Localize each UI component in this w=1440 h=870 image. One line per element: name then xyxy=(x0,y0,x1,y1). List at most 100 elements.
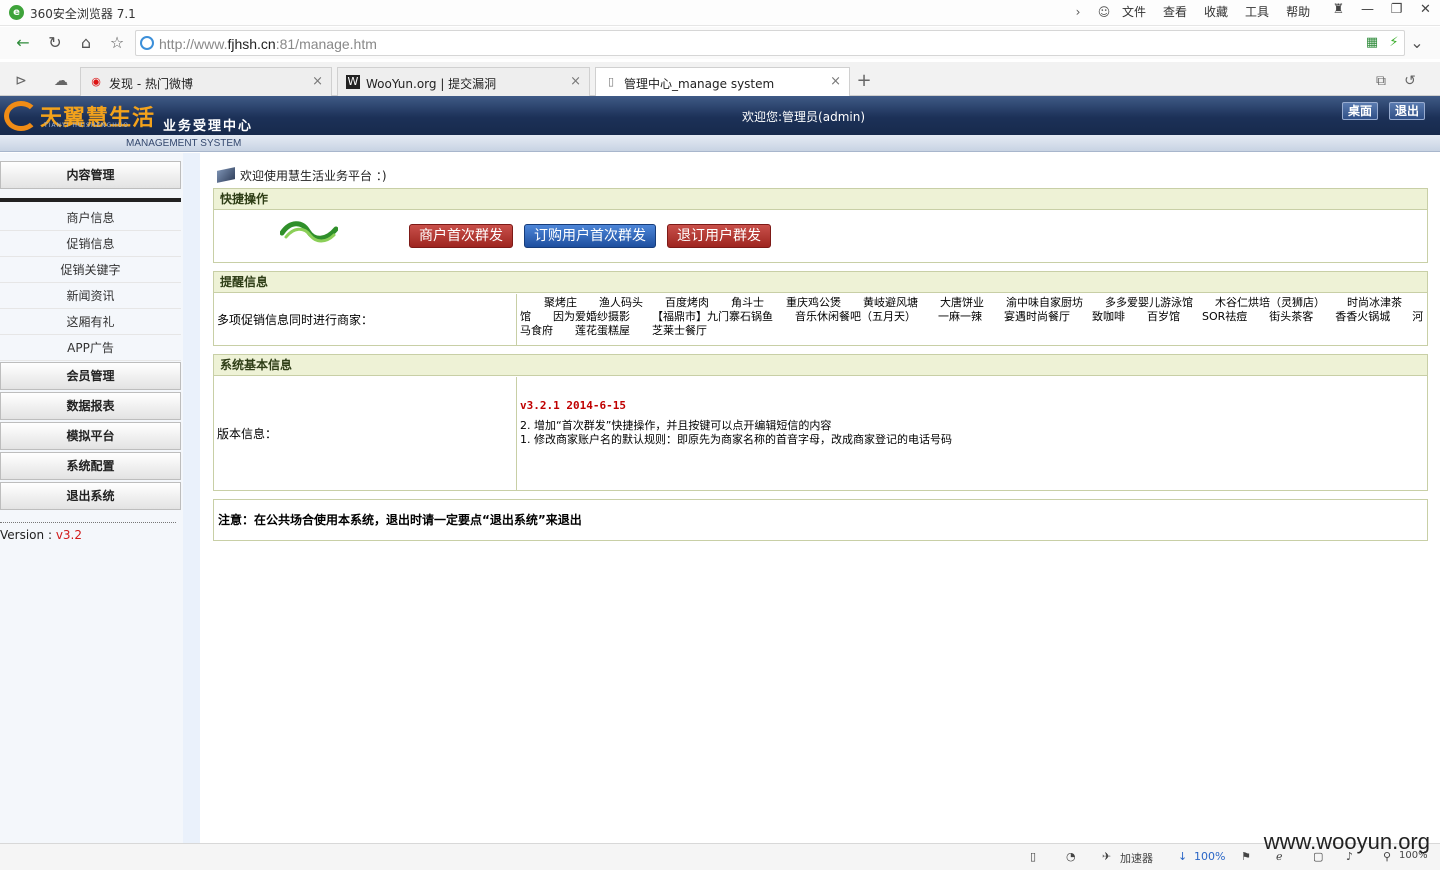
download-icon[interactable]: ↓ xyxy=(1178,850,1187,863)
undo-close-icon[interactable]: ↺ xyxy=(1401,72,1419,90)
close-icon[interactable]: × xyxy=(570,74,581,89)
qr-icon[interactable]: ▦ xyxy=(1364,35,1380,51)
close-window-button[interactable]: ✕ xyxy=(1411,0,1440,22)
left-sidebar: 内容管理 商户信息 促销信息 促销关键字 新闻资讯 这厢有礼 APP广告 会员管… xyxy=(0,153,200,843)
merchant-name: 因为爱婚纱摄影 xyxy=(553,310,630,323)
platform-welcome: 欢迎使用慧生活业务平台 ：) xyxy=(217,167,387,184)
tab-label: 发现 - 热门微博 xyxy=(109,77,193,91)
merchant-list: 聚烤庄 渔人码头 百度烤肉 角斗士 重庆鸡公煲 黄岐避风塘 大唐饼业 渝中味自家厨坊 多多爱婴儿… xyxy=(517,294,1427,345)
sidebar-item-app-ads[interactable]: APP广告 xyxy=(0,335,181,361)
sidebar-item-merchant-info[interactable]: 商户信息 xyxy=(0,205,181,231)
menu-exit-system[interactable]: 退出系统 xyxy=(0,482,181,510)
url-text[interactable]: http://www.fjhsh.cn:81/manage.htm xyxy=(159,36,377,52)
merchant-name: 百度烤肉 xyxy=(665,296,709,309)
back-icon[interactable]: ← xyxy=(12,32,34,54)
address-bar[interactable]: http://www.fjhsh.cn:81/manage.htm ▦ ⚡ xyxy=(135,30,1405,56)
reminder-label: 多项促销信息同时进行商家： xyxy=(214,294,517,345)
merchant-name: 黄岐避风塘 xyxy=(863,296,918,309)
quick-ops-title: 快捷操作 xyxy=(214,189,1427,210)
wooyun-icon: W xyxy=(346,75,360,89)
book-icon xyxy=(217,167,235,183)
tab-wooyun[interactable]: W WooYun.org | 提交漏洞 × xyxy=(337,67,590,96)
page-icon: ▯ xyxy=(607,75,615,88)
merchant-name: 大唐饼业 xyxy=(940,296,984,309)
tab-label: 管理中心_manage system xyxy=(624,77,775,91)
tab-manage-system[interactable]: ▯ 管理中心_manage system × xyxy=(595,67,850,97)
chevron-right-icon[interactable]: › xyxy=(1070,4,1086,20)
window-controls: ♜ — ❐ ✕ xyxy=(1324,0,1440,22)
sidebar-item-promotion-info[interactable]: 促销信息 xyxy=(0,231,181,257)
merchant-name: 【福鼎市】九门寨石锅鱼 xyxy=(652,310,773,323)
menu-system-config[interactable]: 系统配置 xyxy=(0,452,181,480)
logout-button[interactable]: 退出 xyxy=(1389,102,1426,120)
sidebar-panel: 内容管理 商户信息 促销信息 促销关键字 新闻资讯 这厢有礼 APP广告 会员管… xyxy=(0,153,183,843)
sidebar-item-gifts[interactable]: 这厢有礼 xyxy=(0,309,181,335)
menu-data-reports[interactable]: 数据报表 xyxy=(0,392,181,420)
merchant-name: 街头茶客 xyxy=(1269,310,1314,323)
security-notice: 注意：在公共场合使用本系统，退出时请一定要点“退出系统”来退出 xyxy=(213,499,1428,541)
address-row: ← ↻ ⌂ ☆ http://www.fjhsh.cn:81/manage.ht… xyxy=(0,27,1440,59)
browser-statusbar: ▯ ◔ ✈ 加速器 ↓ 100% ⚑ ℯ ▢ ♪ ⚲ 100% xyxy=(0,843,1440,870)
shirt-icon[interactable]: ♜ xyxy=(1324,0,1353,22)
accelerator-label[interactable]: 加速器 xyxy=(1120,850,1153,866)
brand-subtitle: TIANYI HUISHENGHUO xyxy=(44,122,129,129)
globe-icon xyxy=(140,36,154,50)
tab-weibo[interactable]: ◉ 发现 - 热门微博 × xyxy=(80,67,332,96)
menu-member-management[interactable]: 会员管理 xyxy=(0,362,181,390)
menu-simulation-platform[interactable]: 模拟平台 xyxy=(0,422,181,450)
merchant-name: 致咖啡 xyxy=(1092,310,1125,323)
admin-welcome: 欢迎您:管理员(admin) xyxy=(742,110,866,124)
menu-favorites[interactable]: 收藏 xyxy=(1204,3,1228,20)
speed-icon[interactable]: ◔ xyxy=(1066,850,1076,863)
menu-view[interactable]: 查看 xyxy=(1163,3,1187,20)
reminder-panel: 提醒信息 多项促销信息同时进行商家： 聚烤庄 渔人码头 百度烤肉 角斗士 重庆鸡公煲 黄岐… xyxy=(213,271,1428,346)
home-icon[interactable]: ⌂ xyxy=(75,32,97,54)
sidebar-item-news[interactable]: 新闻资讯 xyxy=(0,283,181,309)
leaf-logo-icon xyxy=(280,221,338,243)
merchant-first-broadcast-button[interactable]: 商户首次群发 xyxy=(409,224,513,248)
menu-help[interactable]: 帮助 xyxy=(1286,3,1310,20)
merchant-name: 聚烤庄 xyxy=(544,296,577,309)
desktop-button[interactable]: 桌面 xyxy=(1342,102,1379,120)
new-tab-icon[interactable]: + xyxy=(855,72,873,90)
menu-tools[interactable]: 工具 xyxy=(1245,3,1269,20)
restore-tabs-icon[interactable]: ⧉ xyxy=(1372,72,1390,90)
lightning-icon[interactable]: ⚡ xyxy=(1386,35,1402,51)
chevron-down-icon[interactable]: ⌄ xyxy=(1406,32,1428,54)
rocket-icon[interactable]: ✈ xyxy=(1102,850,1111,863)
sidebar-item-promotion-keywords[interactable]: 促销关键字 xyxy=(0,257,181,283)
flag-icon[interactable]: ⚑ xyxy=(1241,850,1251,863)
version-note: 1. 修改商家账户名的默认规则：即原先为商家名称的首音字母，改成商家登记的电话号… xyxy=(520,433,952,446)
merchant-name: 木谷仁烘培（灵狮店） xyxy=(1215,296,1325,309)
merchant-name: 多多爱婴儿游泳馆 xyxy=(1105,296,1193,309)
refresh-icon[interactable]: ↻ xyxy=(44,32,66,54)
reminder-row: 多项促销信息同时进行商家： 聚烤庄 渔人码头 百度烤肉 角斗士 重庆鸡公煲 黄岐避风塘 大唐… xyxy=(214,294,1427,345)
menu-file[interactable]: 文件 xyxy=(1122,3,1146,20)
merchant-name: 音乐休闲餐吧（五月天） xyxy=(795,310,916,323)
merchant-name: SOR祛痘 xyxy=(1202,310,1248,323)
platform-welcome-text: 欢迎使用慧生活业务平台 ：) xyxy=(240,169,387,183)
watermark-text: www.wooyun.org xyxy=(1263,829,1430,854)
sidebar-toggle-icon[interactable]: ⊳ xyxy=(12,72,30,90)
maximize-button[interactable]: ❐ xyxy=(1382,0,1411,22)
star-icon[interactable]: ☆ xyxy=(106,32,128,54)
version-title: v3.2.1 2014-6-15 xyxy=(520,399,626,412)
subscriber-first-broadcast-button[interactable]: 订购用户首次群发 xyxy=(524,224,656,248)
minimize-button[interactable]: — xyxy=(1353,0,1382,22)
menu-content-management[interactable]: 内容管理 xyxy=(0,161,181,189)
cloud-icon[interactable]: ☁ xyxy=(52,72,70,90)
merchant-name: 渔人码头 xyxy=(599,296,643,309)
version-note: 2. 增加“首次群发”快捷操作，并且按键可以点开编辑短信的内容 xyxy=(520,419,832,432)
merchant-name: 芝莱士餐厅 xyxy=(652,324,707,337)
unsubscriber-broadcast-button[interactable]: 退订用户群发 xyxy=(667,224,771,248)
merchant-name: 重庆鸡公煲 xyxy=(786,296,841,309)
close-icon[interactable]: × xyxy=(312,74,323,89)
weibo-icon: ◉ xyxy=(91,75,101,88)
version-info: Version : v3.2 xyxy=(0,528,82,542)
user-icon[interactable]: ☺ xyxy=(1096,4,1112,20)
merchant-name: 角斗士 xyxy=(731,296,764,309)
mobile-icon[interactable]: ▯ xyxy=(1030,850,1036,863)
browser-menus: › ☺ 文件 查看 收藏 工具 帮助 xyxy=(1070,3,1327,20)
close-icon[interactable]: × xyxy=(830,74,841,89)
tab-label: WooYun.org | 提交漏洞 xyxy=(366,77,497,91)
